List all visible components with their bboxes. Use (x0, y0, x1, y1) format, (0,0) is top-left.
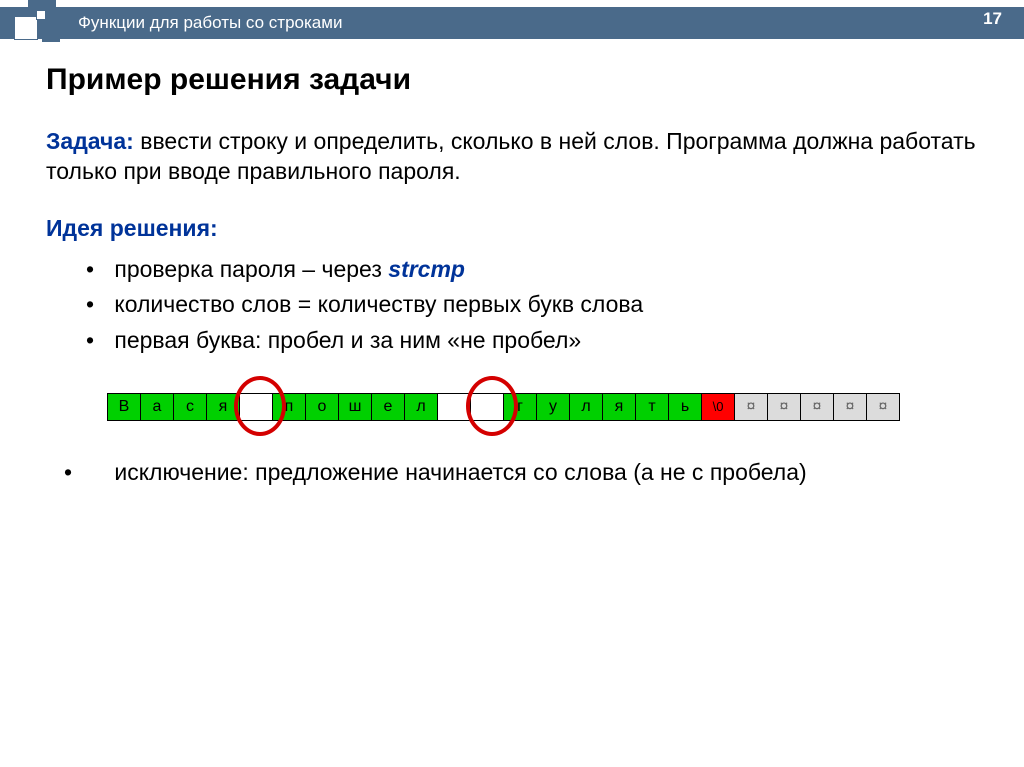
char-cell: я (602, 393, 636, 421)
idea-item-text: проверка пароля – через (114, 256, 388, 282)
char-cell: ¤ (734, 393, 768, 421)
page-number: 17 (983, 9, 1002, 29)
char-cell: ш (338, 393, 372, 421)
char-cell: ь (668, 393, 702, 421)
header-decoration-icon (0, 0, 70, 45)
idea-exception: исключение: предложение начинается со сл… (46, 457, 984, 488)
char-cell: а (140, 393, 174, 421)
idea-item-text: первая буква: пробел и за ним «не пробел… (114, 327, 581, 353)
slide-header: Функции для работы со строками 17 (0, 0, 1024, 45)
char-cell: у (536, 393, 570, 421)
char-cell: ¤ (767, 393, 801, 421)
idea-item: количество слов = количеству первых букв… (108, 287, 984, 323)
header-bar: Функции для работы со строками 17 (0, 7, 1024, 39)
char-array-diagram: Васяпошелгулять\0¤¤¤¤¤ (108, 373, 984, 439)
char-cell: ¤ (800, 393, 834, 421)
idea-item: первая буква: пробел и за ним «не пробел… (108, 323, 984, 359)
idea-item: проверка пароля – через strcmp (108, 252, 984, 288)
highlight-circle (234, 376, 286, 436)
slide-content: Пример решения задачи Задача: ввести стр… (0, 45, 1024, 488)
char-cell: л (404, 393, 438, 421)
idea-list: проверка пароля – через strcmp количеств… (46, 252, 984, 359)
char-cell: В (107, 393, 141, 421)
char-cell: о (305, 393, 339, 421)
char-cell: т (635, 393, 669, 421)
slide-title: Пример решения задачи (46, 63, 984, 97)
char-cell: е (371, 393, 405, 421)
task-label: Задача: (46, 128, 134, 154)
idea-item-text: количество слов = количеству первых букв… (114, 291, 643, 317)
task-text: ввести строку и определить, сколько в не… (46, 128, 976, 184)
code-strcmp: strcmp (388, 256, 465, 282)
highlight-circle (466, 376, 518, 436)
char-cell: ¤ (833, 393, 867, 421)
task-block: Задача: ввести строку и определить, скол… (46, 127, 984, 187)
char-cell: \0 (701, 393, 735, 421)
char-cell: ¤ (866, 393, 900, 421)
header-title: Функции для работы со строками (78, 13, 342, 33)
char-cell: с (173, 393, 207, 421)
idea-label: Идея решения: (46, 215, 984, 242)
char-cell: л (569, 393, 603, 421)
